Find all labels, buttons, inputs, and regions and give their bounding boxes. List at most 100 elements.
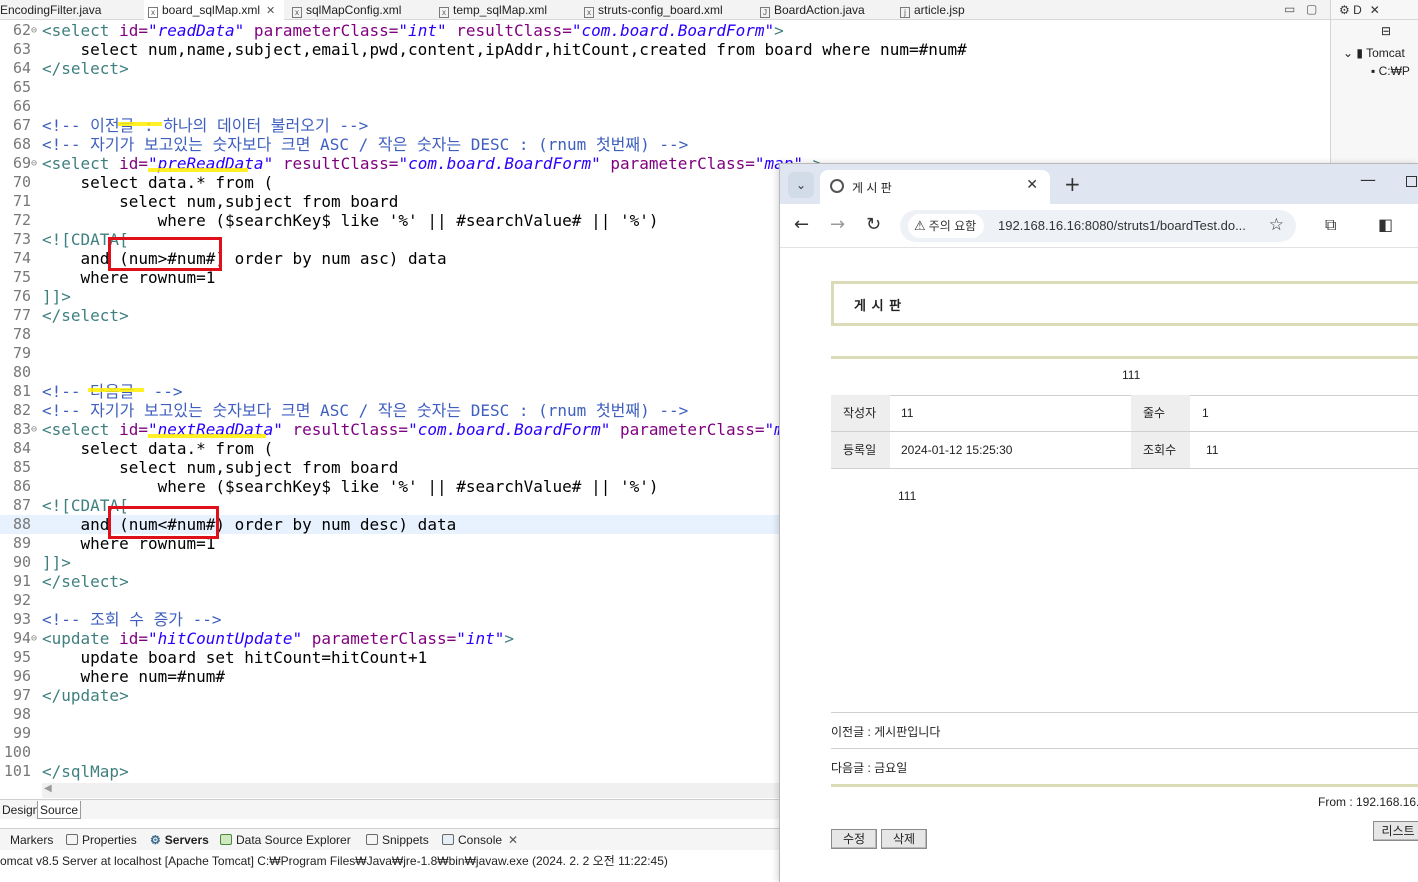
hits-value: 11	[1206, 443, 1219, 457]
code-text: </update>	[42, 686, 129, 705]
security-warning-chip[interactable]: ⚠ 주의 요함	[908, 214, 985, 238]
bookmark-star-icon[interactable]: ☆	[1269, 215, 1284, 235]
code-token: >	[774, 21, 784, 40]
line-number: 90	[12, 553, 31, 571]
code-line[interactable]: 64 </select>	[0, 59, 1330, 78]
fold-toggle-icon[interactable]: ⊖	[31, 420, 41, 439]
url-text[interactable]: 192.168.16.16:8080/struts1/boardTest.do.…	[998, 218, 1246, 233]
close-icon[interactable]: ✕	[1370, 3, 1380, 17]
java-file-icon: J	[760, 7, 770, 18]
next-article-link[interactable]: 다음글 : 금요일	[831, 759, 907, 776]
tab-label: EncodingFilter.java	[0, 3, 102, 17]
line-number: 72	[12, 211, 31, 229]
line-number: 85	[12, 458, 31, 476]
code-text: </sqlMap>	[42, 762, 129, 781]
collapse-icon[interactable]: ⊟	[1381, 24, 1391, 38]
from-ip: From : 192.168.16.	[1318, 795, 1418, 809]
side-panel-tab[interactable]: ⚙ D ✕	[1331, 0, 1418, 20]
tab-label: Data Source Explorer	[236, 833, 351, 847]
highlight-next-id	[148, 434, 266, 438]
line-number: 66	[12, 97, 31, 115]
line-number: 70	[12, 173, 31, 191]
author-label: 작성자	[831, 395, 890, 431]
side-panel-icon[interactable]: ◧	[1378, 215, 1393, 234]
code-text: where ($searchKey$ like '%' || #searchVa…	[42, 477, 659, 496]
code-token: select data.* from (	[42, 173, 274, 192]
code-token: parameterClass=	[610, 420, 765, 439]
tab-label: Servers	[164, 833, 209, 847]
code-line[interactable]: 68 <!-- 자기가 보고있는 숫자보다 크면 ASC / 작은 숫자는 DES…	[0, 135, 1330, 154]
code-line[interactable]: 67 <!-- 이전글 : 하나의 데이터 불러오기 -->	[0, 116, 1330, 135]
extensions-icon[interactable]: ⧉	[1325, 215, 1336, 235]
edit-button[interactable]: 수정	[831, 829, 877, 849]
lines-label: 줄수	[1131, 395, 1190, 431]
tab-encoding-filter[interactable]: EncodingFilter.java	[0, 0, 101, 20]
line-number: 73	[12, 230, 31, 248]
code-line[interactable]: 62 ⊖ <select id="readData" parameterClass=…	[0, 21, 1330, 40]
maximize-icon[interactable]: ▢	[1306, 0, 1317, 18]
horizontal-scrollbar[interactable]: ◀	[42, 783, 782, 798]
line-number: 80	[12, 363, 31, 381]
tab-console[interactable]: Console ✕	[442, 832, 518, 848]
line-number: 81	[12, 382, 31, 400]
line-number: 64	[12, 59, 31, 77]
line-number: 88	[12, 515, 31, 533]
code-line[interactable]: 66	[0, 97, 1330, 116]
previous-article-link[interactable]: 이전글 : 게시판입니다	[831, 723, 940, 740]
tab-board-action[interactable]: J BoardAction.java	[760, 0, 865, 20]
console-icon	[442, 834, 454, 845]
line-number: 86	[12, 477, 31, 495]
minimize-icon[interactable]: —	[1360, 170, 1376, 189]
fold-toggle-icon[interactable]: ⊖	[31, 154, 41, 173]
tomcat-server-item[interactable]: ⌄ ▮ Tomcat	[1343, 46, 1405, 60]
scroll-left-icon[interactable]: ◀	[44, 783, 52, 794]
debug-icon: ⚙	[1339, 3, 1354, 17]
tab-snippets[interactable]: Snippets	[366, 832, 429, 848]
address-bar[interactable]: ⚠ 주의 요함 192.168.16.16:8080/struts1/boardT…	[900, 210, 1296, 242]
new-tab-button[interactable]: +	[1064, 172, 1081, 196]
code-text: and (num<#num#) order by num desc) data	[42, 515, 457, 534]
tab-source[interactable]: Source	[37, 801, 82, 819]
close-icon[interactable]: ✕	[508, 833, 518, 847]
code-token: "com.board.BoardForm"	[398, 154, 601, 173]
tab-properties[interactable]: Properties	[66, 832, 137, 848]
code-text: <!-- 이전글 : 하나의 데이터 불러오기 -->	[42, 116, 368, 135]
reload-icon[interactable]: ↻	[866, 214, 881, 236]
fold-toggle-icon[interactable]: ⊖	[31, 629, 41, 648]
markers-icon	[0, 834, 6, 845]
code-token: select num,subject from board	[42, 458, 399, 477]
tab-temp-sqlmap[interactable]: x temp_sqlMap.xml	[439, 0, 547, 20]
design-source-tabs: Design Source	[0, 799, 780, 819]
tab-markers[interactable]: Markers	[0, 832, 53, 848]
code-token: <update	[42, 629, 120, 648]
warning-icon: ⚠	[914, 218, 926, 233]
minimize-icon[interactable]: ▭	[1284, 0, 1295, 18]
tab-article-jsp[interactable]: j article.jsp	[900, 0, 965, 20]
code-token: parameterClass=	[244, 21, 399, 40]
side-tab-label: D	[1353, 3, 1362, 17]
delete-button[interactable]: 삭제	[881, 829, 927, 849]
tab-search-button[interactable]: ⌄	[788, 172, 814, 198]
line-number: 93	[12, 610, 31, 628]
tab-board-sqlmap[interactable]: x board_sqlMap.xml ✕	[144, 0, 284, 20]
tab-design[interactable]: Design	[0, 801, 41, 819]
tab-data-source-explorer[interactable]: Data Source Explorer	[220, 832, 351, 848]
close-icon[interactable]: ✕	[266, 5, 275, 17]
code-line[interactable]: 65	[0, 78, 1330, 97]
lines-value: 1	[1202, 406, 1209, 420]
tab-struts-config[interactable]: x struts-config_board.xml	[584, 0, 723, 20]
code-line[interactable]: 63 select num,name,subject,email,pwd,con…	[0, 40, 1330, 59]
database-icon	[220, 834, 232, 845]
tab-sqlmapconfig[interactable]: x sqlMapConfig.xml	[292, 0, 401, 20]
code-text: select num,subject from board	[42, 458, 398, 477]
tab-servers[interactable]: ⚙ Servers	[150, 832, 209, 848]
close-icon[interactable]: ✕	[1026, 177, 1038, 193]
highlight-pre-id	[148, 168, 248, 172]
fold-toggle-icon[interactable]: ⊖	[31, 21, 41, 40]
browser-tab[interactable]: 게 시 판 ✕	[820, 170, 1050, 204]
tab-label: Console	[458, 833, 503, 847]
back-arrow-icon[interactable]: ←	[794, 214, 809, 236]
list-button[interactable]: 리스트	[1373, 821, 1418, 841]
maximize-icon[interactable]	[1406, 176, 1417, 187]
forward-arrow-icon[interactable]: →	[830, 214, 845, 236]
